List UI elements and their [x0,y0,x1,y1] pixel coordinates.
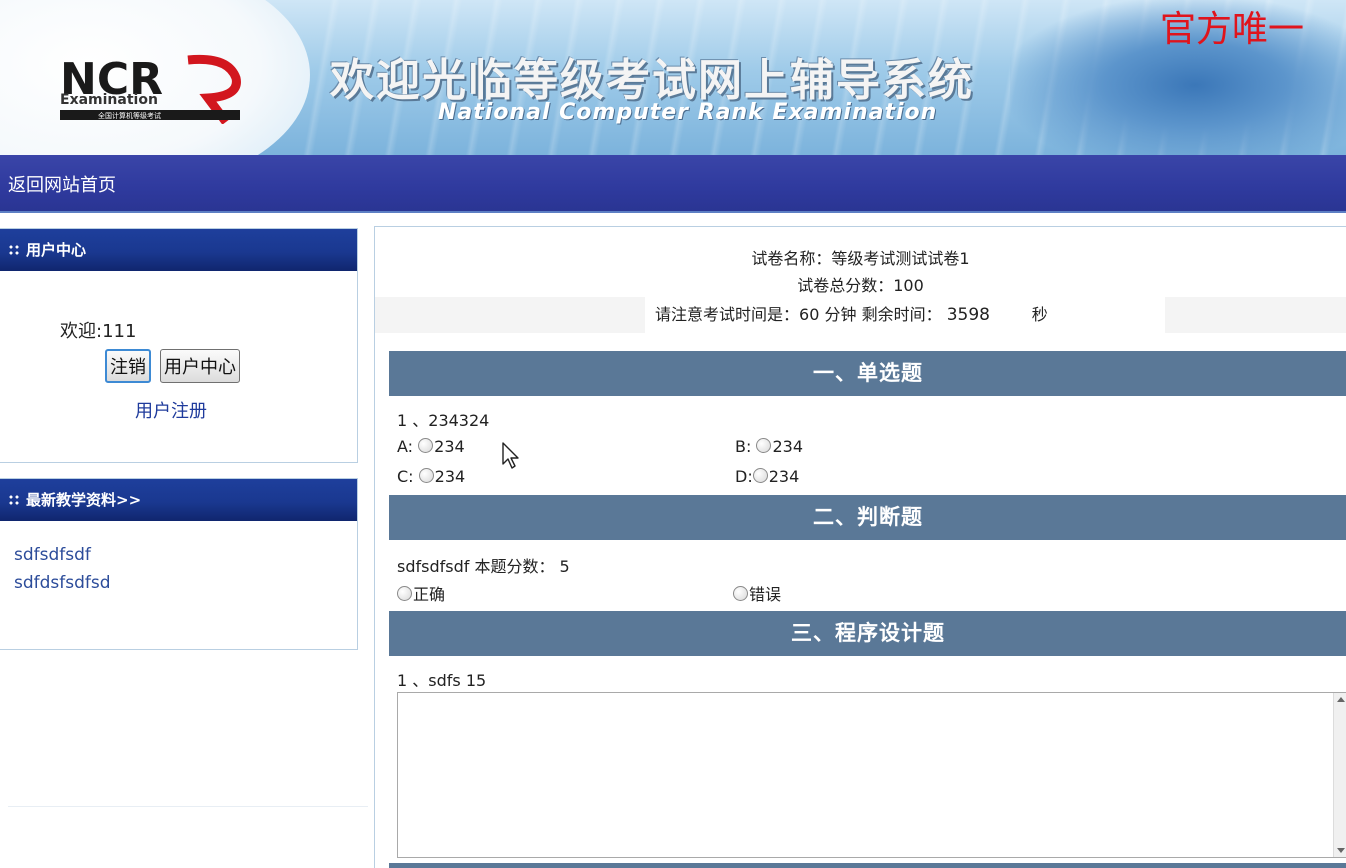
register-link[interactable]: 用户注册 [135,397,207,423]
resources-panel: 最新教学资料>> sdfsdfsdf sdfdsfsdfsd [0,478,358,650]
false-radio[interactable] [733,586,748,601]
scroll-down-icon[interactable] [1337,848,1345,853]
option-b: B: 234 [735,437,803,456]
svg-text:Examination: Examination [60,92,158,108]
program-question-text: 1 、sdfs 15 [397,671,487,690]
option-key: B: [735,437,752,456]
remaining-seconds: 3598 [946,305,990,325]
option-key: A: [397,437,414,456]
total-score: 试卷总分数：100 [797,276,924,295]
exam-area: 试卷名称：等级考试测试试卷1 试卷总分数：100 请注意考试时间是：60 分钟 … [374,226,1346,868]
option-c: C: 234 [397,467,465,486]
option-c-radio[interactable] [418,468,434,483]
resources-title: 最新教学资料>> [26,491,142,509]
option-value: 234 [772,437,804,456]
list-item: sdfdsfsdfsd [14,573,357,593]
user-center-header: 用户中心 [0,229,357,271]
grid-dots-icon [8,494,20,506]
svg-text:全国计算机等级考试: 全国计算机等级考试 [98,111,161,120]
mouse-cursor-icon [502,442,519,469]
scroll-up-icon[interactable] [1337,697,1345,702]
time-prefix: 请注意考试时间是： [655,305,800,324]
nav-bar: 返回网站首页 [0,155,1346,213]
option-value: 234 [768,467,800,486]
user-center-button[interactable]: 用户中心 [160,349,240,383]
resources-list: sdfsdfsdf sdfdsfsdfsd [0,521,357,593]
resource-link[interactable]: sdfdsfsdfsd [14,573,111,593]
option-d: D: 234 [735,467,799,486]
seconds-unit: 秒 [1031,305,1048,324]
banner-subtitle: National Computer Rank Examination [438,100,938,125]
list-item: sdfsdfsdf [14,545,357,565]
resource-link[interactable]: sdfsdfsdf [14,545,91,565]
header-banner: NCR Examination 全国计算机等级考试 欢迎光临等级考试网上辅导系统… [0,0,1346,155]
false-label: 错误 [749,585,782,604]
banner-title: 欢迎光临等级考试网上辅导系统 [330,55,974,106]
time-unit: 分钟 [824,305,857,324]
paper-name: 试卷名称：等级考试测试试卷1 [751,249,970,268]
welcome-text: 欢迎:111 [60,321,137,342]
logout-button[interactable]: 注销 [105,349,151,383]
time-minutes: 60 [799,305,820,324]
true-label: 正确 [413,585,446,604]
option-value: 234 [434,467,466,486]
section-single-choice: 一、单选题 [389,351,1346,396]
option-false: 错误 [733,581,781,605]
option-d-radio[interactable] [752,468,768,483]
option-true: 正确 [397,581,445,605]
judge-question-text: sdfsdfsdf 本题分数： 5 [397,557,570,576]
grid-dots-icon [8,244,20,256]
true-radio[interactable] [397,586,412,601]
resources-header: 最新教学资料>> [0,479,357,521]
section-true-false: 二、判断题 [389,495,1346,540]
timer-row: 请注意考试时间是：60 分钟 剩余时间： 3598 秒 [375,297,1346,333]
option-key: D: [735,467,753,486]
textarea-scrollbar[interactable] [1333,693,1346,857]
remaining-label: 剩余时间： [861,305,942,324]
user-center-panel: 用户中心 欢迎:111 注销 用户中心 用户注册 [0,228,358,463]
single-question-text: 1 、234324 [397,411,490,430]
section-bar-partial [389,863,1346,868]
option-a-radio[interactable] [418,438,434,453]
option-key: C: [397,467,414,486]
answer-textarea[interactable] [397,692,1346,858]
home-link[interactable]: 返回网站首页 [8,171,116,197]
official-text: 官方唯一 [1160,9,1305,50]
ncr-logo: NCR Examination 全国计算机等级考试 [60,54,241,124]
option-b-radio[interactable] [756,438,772,453]
option-value: 234 [434,437,465,456]
user-center-title: 用户中心 [26,241,87,259]
exam-info: 试卷名称：等级考试测试试卷1 试卷总分数：100 [375,245,1346,299]
timer-text: 请注意考试时间是：60 分钟 剩余时间： 3598 秒 [655,301,1048,325]
option-a: A: 234 [397,437,465,456]
section-programming: 三、程序设计题 [389,611,1346,656]
divider [8,806,368,807]
